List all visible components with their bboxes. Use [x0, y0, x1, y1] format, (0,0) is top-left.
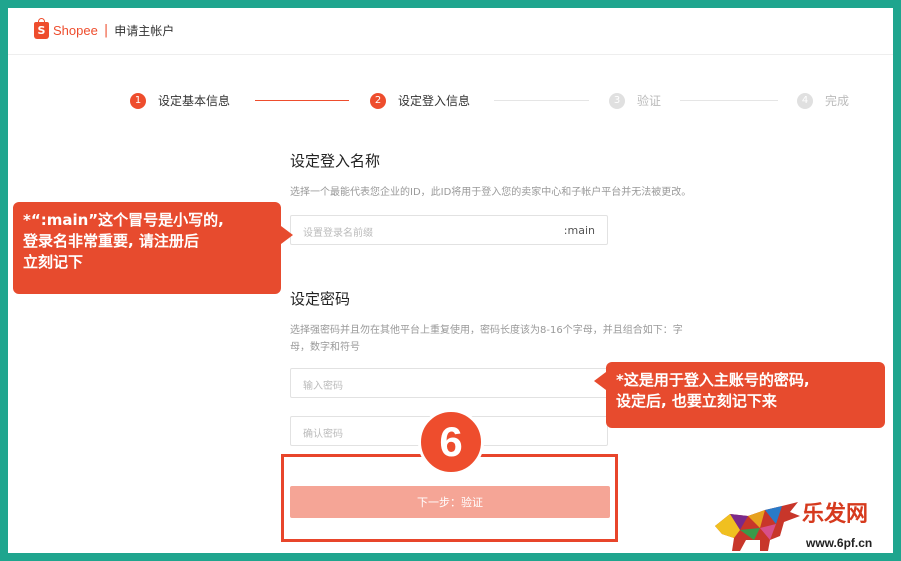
step-number: 3 [609, 92, 625, 109]
step-label: 完成 [825, 94, 850, 108]
confirm-password-placeholder: 确认密码 [303, 429, 343, 440]
login-name-placeholder: 设置登录名前缀 [303, 228, 373, 239]
shopee-bag-icon: S [34, 18, 49, 39]
password-input[interactable]: 输入密码 [290, 368, 608, 398]
top-bar: S Shopee | 申请主帐户 [8, 8, 893, 55]
watermark-title: 乐发网 [802, 501, 869, 527]
callout-line: *这是用于登入主账号的密码, [616, 371, 810, 389]
password-hint-line1: 选择强密码并且勿在其他平台上重复使用，密码长度该为8-16个字母，并且组合如下：… [290, 325, 683, 336]
callout-line: 登录名非常重要, 请注册后 [23, 232, 199, 250]
login-name-hint: 选择一个最能代表您企业的ID，此ID将用于登入您的卖家中心和子帐户平台并无法被更… [290, 187, 692, 198]
callout-line: *“:main”这个冒号是小写的, [23, 211, 224, 229]
step-verify: 3 验证 [609, 92, 661, 109]
password-placeholder: 输入密码 [303, 381, 343, 392]
step-label: 验证 [637, 94, 662, 108]
step-number: 1 [130, 92, 146, 109]
watermark: 乐发网 www.6pf.cn [710, 496, 893, 553]
step-connector [680, 100, 778, 101]
login-name-title: 设定登入名称 [290, 152, 381, 170]
step-label: 设定基本信息 [158, 94, 231, 108]
progress-stepper: 1 设定基本信息 2 设定登入信息 3 验证 4 完成 [8, 92, 893, 112]
callout-line: 设定后, 也要立刻记下来 [616, 392, 777, 410]
header-separator: | [103, 23, 109, 38]
login-name-input[interactable]: 设置登录名前缀 :main [290, 215, 608, 245]
step-number: 4 [797, 92, 813, 109]
watermark-url: www.6pf.cn [806, 536, 873, 550]
callout-line: 立刻记下 [23, 253, 84, 271]
password-hint-line2: 母，数字和符号 [290, 342, 360, 353]
step-complete: 4 完成 [797, 92, 849, 109]
login-name-suffix: :main [563, 224, 595, 237]
step-connector [494, 100, 589, 101]
step-number: 2 [370, 92, 386, 109]
shopee-logo[interactable]: S Shopee | 申请主帐户 [34, 18, 175, 39]
login-name-callout: *“:main”这个冒号是小写的, 登录名非常重要, 请注册后 立刻记下 [13, 202, 293, 294]
page-subtitle: 申请主帐户 [114, 24, 175, 38]
step-label: 设定登入信息 [398, 94, 471, 108]
password-callout: *这是用于登入主账号的密码, 设定后, 也要立刻记下来 [594, 362, 885, 428]
password-title: 设定密码 [290, 290, 351, 308]
step-login-info: 2 设定登入信息 [370, 92, 470, 109]
page-frame: S Shopee | 申请主帐户 1 设定基本信息 2 设定登入信息 3 验证 … [8, 8, 893, 553]
brand-name: Shopee [53, 23, 98, 38]
bull-logo-icon [715, 502, 800, 551]
step-basic-info: 1 设定基本信息 [130, 92, 230, 109]
step-six-badge: 6 [418, 409, 484, 475]
step-connector [255, 100, 349, 101]
